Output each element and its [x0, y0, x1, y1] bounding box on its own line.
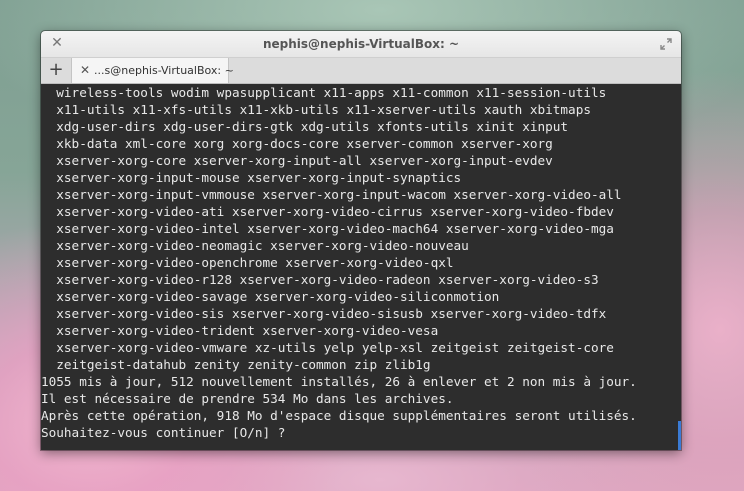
terminal-line: xserver-xorg-input-mouse xserver-xorg-in…	[41, 170, 462, 185]
terminal-line: xserver-xorg-core xserver-xorg-input-all…	[41, 153, 553, 168]
terminal-output[interactable]: wireless-tools wodim wpasupplicant x11-a…	[41, 84, 681, 450]
scroll-indicator[interactable]	[678, 421, 681, 450]
tab-terminal[interactable]: ✕ ...s@nephis-VirtualBox: ~	[71, 58, 234, 83]
terminal-line: Il est nécessaire de prendre 534 Mo dans…	[41, 391, 454, 406]
maximize-window-button[interactable]	[659, 36, 673, 50]
close-tab-button[interactable]: ✕	[78, 63, 92, 77]
terminal-line: Après cette opération, 918 Mo d'espace d…	[41, 408, 637, 423]
new-tab-button[interactable]: +	[45, 60, 67, 81]
terminal-line: Souhaitez-vous continuer [O/n] ?	[41, 425, 294, 440]
terminal-line: xserver-xorg-video-ati xserver-xorg-vide…	[41, 204, 614, 219]
terminal-lines: wireless-tools wodim wpasupplicant x11-a…	[41, 84, 637, 441]
window-title: nephis@nephis-VirtualBox: ~	[262, 37, 459, 51]
terminal-line: wireless-tools wodim wpasupplicant x11-a…	[41, 85, 607, 100]
close-tab-icon: ✕	[79, 63, 91, 77]
tab-bar: + ✕ ...s@nephis-VirtualBox: ~	[41, 58, 681, 84]
plus-icon: +	[48, 59, 64, 80]
maximize-icon	[660, 38, 672, 50]
terminal-line: xserver-xorg-video-sis xserver-xorg-vide…	[41, 306, 607, 321]
terminal-line: xserver-xorg-video-openchrome xserver-xo…	[41, 255, 454, 270]
terminal-line: 1055 mis à jour, 512 nouvellement instal…	[41, 374, 637, 389]
terminal-line: zeitgeist-datahub zenity zenity-common z…	[41, 357, 431, 372]
terminal-line: xserver-xorg-video-trident xserver-xorg-…	[41, 323, 439, 338]
terminal-line: xserver-xorg-video-neomagic xserver-xorg…	[41, 238, 469, 253]
terminal-line: x11-utils x11-xfs-utils x11-xkb-utils x1…	[41, 102, 591, 117]
terminal-line: xserver-xorg-video-r128 xserver-xorg-vid…	[41, 272, 599, 287]
terminal-line: xserver-xorg-video-vmware xz-utils yelp …	[41, 340, 614, 355]
terminal-window: ✕ nephis@nephis-VirtualBox: ~ + ✕ ...s@n…	[41, 31, 681, 450]
terminal-line: xdg-user-dirs xdg-user-dirs-gtk xdg-util…	[41, 119, 569, 134]
title-bar[interactable]: ✕ nephis@nephis-VirtualBox: ~	[41, 31, 681, 58]
terminal-line: xserver-xorg-video-savage xserver-xorg-v…	[41, 289, 500, 304]
terminal-line: xserver-xorg-video-intel xserver-xorg-vi…	[41, 221, 614, 236]
tab-label: ...s@nephis-VirtualBox: ~	[94, 64, 234, 77]
terminal-line: xserver-xorg-input-vmmouse xserver-xorg-…	[41, 187, 622, 202]
terminal-line: xkb-data xml-core xorg xorg-docs-core xs…	[41, 136, 553, 151]
